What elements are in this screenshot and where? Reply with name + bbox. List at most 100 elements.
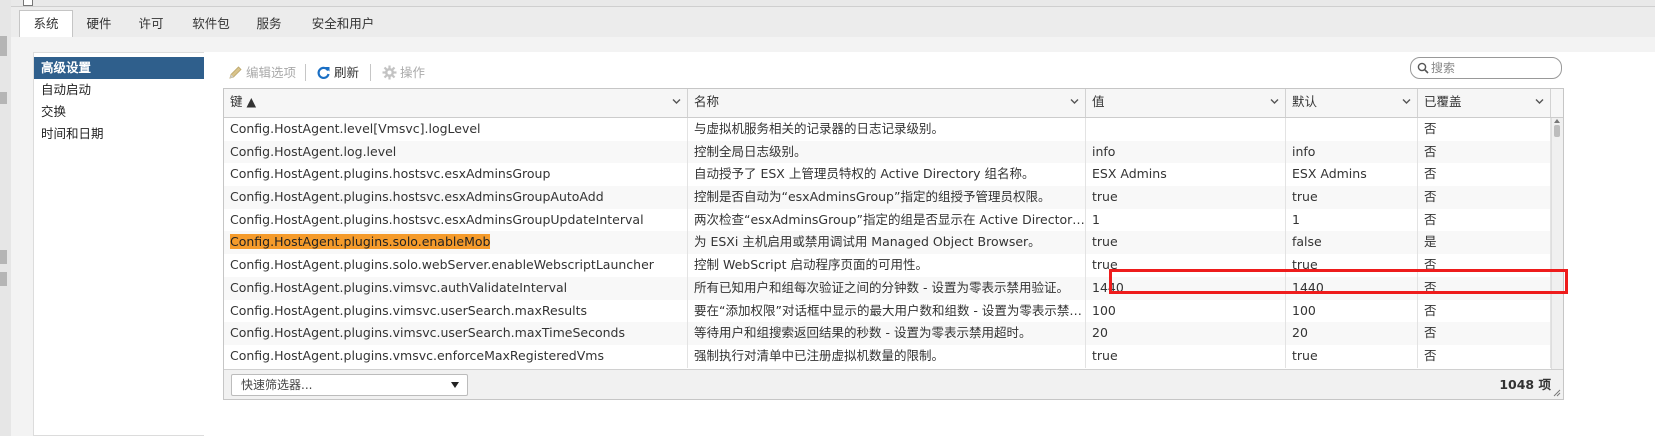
table-body: Config.HostAgent.level[Vmsvc].logLevel 与…	[224, 118, 1551, 368]
cell-overridden: 否	[1418, 299, 1551, 323]
column-header-label: 默认	[1292, 94, 1318, 109]
toolbar-separator	[305, 64, 306, 81]
cell-key: Config.HostAgent.plugins.hostsvc.esxAdmi…	[224, 186, 688, 209]
cell-name: 控制全局日志级别。	[688, 140, 1086, 164]
quick-filter-label: 快速筛选器...	[241, 378, 313, 392]
table-row[interactable]: Config.HostAgent.log.level 控制全局日志级别。 inf…	[224, 140, 1551, 164]
chevron-down-icon[interactable]	[1535, 97, 1544, 106]
column-header-overridden[interactable]: 已覆盖	[1418, 89, 1551, 117]
cell-name: 与虚拟机服务相关的记录器的日志记录级别。	[688, 118, 1086, 141]
key-text-highlighted: Config.HostAgent.plugins.solo.enableMob	[230, 234, 491, 250]
sidebar-item-advanced-settings[interactable]: 高级设置	[34, 57, 204, 79]
cell-name: 两次检查“esxAdminsGroup”指定的组是否显示在 Active Dir…	[688, 208, 1086, 232]
cell-value: true	[1086, 186, 1286, 209]
key-text: Config.HostAgent.plugins.hostsvc.esxAdmi…	[230, 166, 551, 182]
cell-key: Config.HostAgent.plugins.hostsvc.esxAdmi…	[224, 163, 688, 187]
table-row[interactable]: Config.HostAgent.plugins.vimsvc.userSear…	[224, 299, 1551, 323]
sidebar-item-time-date[interactable]: 时间和日期	[34, 123, 204, 145]
column-header-key[interactable]: 键 ▲	[224, 89, 688, 117]
settings-table: 键 ▲ 名称 值 默认 已覆盖 Config.HostAgent.level[V…	[223, 88, 1568, 400]
chevron-down-icon[interactable]	[672, 97, 681, 106]
scroll-up-arrow-icon[interactable]	[1554, 119, 1560, 123]
table-row[interactable]: Config.HostAgent.plugins.hostsvc.esxAdmi…	[224, 208, 1551, 232]
tab-system[interactable]: 系统	[19, 10, 73, 38]
table-row-highlighted[interactable]: Config.HostAgent.plugins.solo.enableMob …	[224, 231, 1551, 255]
table-row[interactable]: Config.HostAgent.plugins.vimsvc.userSear…	[224, 322, 1551, 345]
left-edge-marker	[0, 92, 7, 104]
column-header-label: 已覆盖	[1424, 94, 1462, 109]
chevron-down-icon[interactable]	[1070, 97, 1079, 106]
column-header-value[interactable]: 值	[1086, 89, 1286, 117]
cell-key: Config.HostAgent.plugins.vimsvc.userSear…	[224, 322, 688, 345]
cell-value: true	[1086, 231, 1286, 255]
refresh-button[interactable]: 刷新	[316, 62, 359, 82]
column-header-label: 键 ▲	[230, 94, 257, 109]
toolbar-separator	[370, 64, 371, 81]
key-text: Config.HostAgent.plugins.vimsvc.authVali…	[230, 279, 568, 295]
chevron-down-icon[interactable]	[1270, 97, 1279, 106]
table-row[interactable]: Config.HostAgent.plugins.solo.webServer.…	[224, 254, 1551, 277]
cell-value: true	[1086, 254, 1286, 277]
left-edge-marker	[0, 250, 7, 264]
cell-name: 为 ESXi 主机启用或禁用调试用 Managed Object Browser…	[688, 231, 1086, 255]
cell-default: true	[1286, 186, 1418, 209]
cell-default: info	[1286, 140, 1418, 164]
window-top-bar	[11, 0, 1655, 7]
cell-overridden: 否	[1418, 163, 1551, 187]
cell-default: 20	[1286, 322, 1418, 345]
table-row[interactable]: Config.HostAgent.plugins.hostsvc.esxAdmi…	[224, 186, 1551, 209]
column-header-label: 名称	[694, 94, 720, 109]
cell-name: 等待用户和组搜索返回结果的秒数 - 设置为零表示禁用超时。	[688, 322, 1086, 345]
search-box[interactable]	[1410, 57, 1562, 79]
column-header-label: 值	[1092, 94, 1105, 109]
cell-overridden: 否	[1418, 140, 1551, 164]
cell-name: 自动授予了 ESX 上管理员特权的 Active Directory 组名称。	[688, 163, 1086, 187]
cell-overridden: 否	[1418, 322, 1551, 345]
search-input[interactable]	[1431, 60, 1551, 75]
left-edge-marker	[0, 36, 7, 56]
key-text: Config.HostAgent.plugins.solo.webServer.…	[230, 257, 654, 273]
cell-value: ESX Admins	[1086, 163, 1286, 187]
cell-default: ESX Admins	[1286, 163, 1418, 187]
cell-value: 1440	[1086, 276, 1286, 300]
search-icon	[1417, 62, 1429, 74]
table-row[interactable]: Config.HostAgent.level[Vmsvc].logLevel 与…	[224, 118, 1551, 141]
cell-default: 1440	[1286, 276, 1418, 300]
cell-default: true	[1286, 254, 1418, 277]
scrollbar-thumb[interactable]	[1554, 125, 1560, 137]
pencil-icon	[229, 66, 242, 79]
vertical-scrollbar[interactable]	[1551, 118, 1563, 370]
key-text: Config.HostAgent.plugins.vmsvc.enforceMa…	[230, 347, 604, 363]
edit-options-button[interactable]: 编辑选项	[228, 62, 296, 82]
refresh-icon	[317, 66, 330, 79]
table-row[interactable]: Config.HostAgent.plugins.vimsvc.authVali…	[224, 276, 1551, 300]
cell-overridden: 否	[1418, 118, 1551, 141]
table-row[interactable]: Config.HostAgent.plugins.vmsvc.enforceMa…	[224, 344, 1551, 368]
tab-security-users[interactable]: 安全和用户	[302, 11, 384, 36]
actions-button[interactable]: 操作	[382, 62, 425, 82]
column-header-name[interactable]: 名称	[688, 89, 1086, 117]
edit-options-label: 编辑选项	[246, 64, 297, 80]
cell-value: 100	[1086, 299, 1286, 323]
cell-default: 1	[1286, 208, 1418, 232]
cell-key: Config.HostAgent.plugins.solo.webServer.…	[224, 254, 688, 277]
gear-icon	[382, 65, 397, 80]
tab-license[interactable]: 许可	[131, 11, 171, 36]
sidebar-item-autostart[interactable]: 自动启动	[34, 79, 204, 101]
cell-value: 1	[1086, 208, 1286, 232]
cell-overridden: 否	[1418, 186, 1551, 209]
column-header-default[interactable]: 默认	[1286, 89, 1418, 117]
sidebar-item-swap[interactable]: 交换	[34, 101, 204, 123]
key-text: Config.HostAgent.plugins.vimsvc.userSear…	[230, 325, 625, 341]
cell-key: Config.HostAgent.plugins.hostsvc.esxAdmi…	[224, 208, 688, 232]
table-footer: 快速筛选器... 1048 项	[224, 369, 1563, 399]
chevron-down-icon[interactable]	[1402, 97, 1411, 106]
tab-hardware[interactable]: 硬件	[77, 11, 121, 36]
tab-packages[interactable]: 软件包	[183, 11, 239, 36]
resize-grip-icon[interactable]	[1553, 389, 1561, 397]
cell-overridden: 否	[1418, 254, 1551, 277]
tab-services[interactable]: 服务	[247, 11, 291, 36]
item-count: 1048 项	[1499, 377, 1551, 392]
quick-filter-dropdown[interactable]: 快速筛选器...	[231, 374, 468, 396]
table-row[interactable]: Config.HostAgent.plugins.hostsvc.esxAdmi…	[224, 163, 1551, 187]
